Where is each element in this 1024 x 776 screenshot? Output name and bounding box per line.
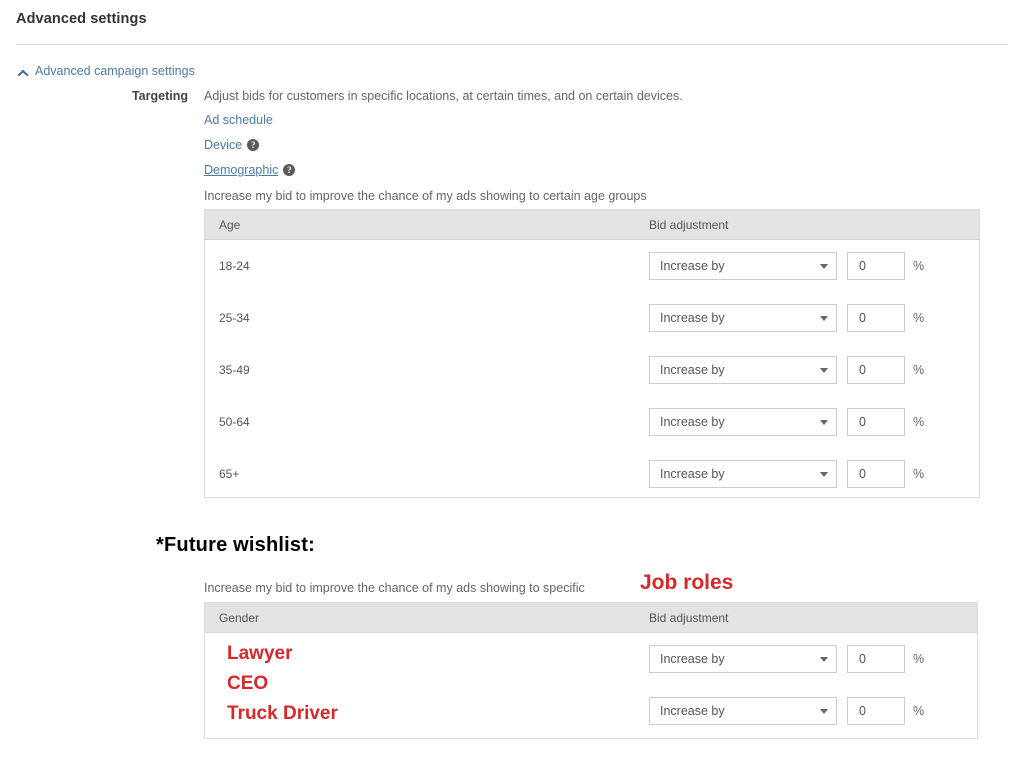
advanced-campaign-settings-toggle[interactable]: Advanced campaign settings: [16, 64, 195, 78]
age-bid-adjustment-cell: Increase by 0 %: [645, 252, 979, 280]
age-group-label: 50-64: [219, 415, 250, 429]
gender-table-header-row: Gender Bid adjustment: [205, 603, 977, 633]
percent-sign: %: [913, 467, 925, 481]
targeting-description: Adjust bids for customers in specific lo…: [204, 89, 683, 103]
role-annotation-lawyer: Lawyer: [227, 643, 293, 664]
chevron-down-icon: [820, 367, 828, 373]
targeting-link-ad-schedule-row: Ad schedule: [204, 113, 273, 127]
bid-adjustment-amount-input[interactable]: 0: [847, 356, 905, 384]
chevron-down-icon: [820, 708, 828, 714]
help-question-icon-device[interactable]: ?: [247, 139, 260, 151]
chevron-down-icon: [820, 315, 828, 321]
bid-adjustment-amount-input[interactable]: 0: [847, 304, 905, 332]
bid-adjustment-amount-input[interactable]: 0: [847, 460, 905, 488]
targeting-link-device-row: Device ?: [204, 138, 260, 152]
age-bid-adjustment-cell: Increase by 0 %: [645, 408, 979, 436]
age-group-label: 35-49: [219, 363, 250, 377]
gender-bid-adjustment-column-header: Bid adjustment: [649, 610, 729, 625]
table-row: 35-49 Increase by 0 %: [205, 344, 979, 396]
age-group-label: 18-24: [219, 259, 250, 273]
percent-sign: %: [913, 259, 925, 273]
chevron-down-icon: [820, 471, 828, 477]
percent-sign: %: [913, 311, 925, 325]
future-wishlist-annotation: *Future wishlist:: [156, 534, 315, 556]
percent-sign: %: [913, 363, 925, 377]
gender-bid-adjustment-cell: Increase by 0 %: [645, 697, 977, 725]
bid-adjustment-type-select[interactable]: Increase by: [649, 697, 837, 725]
age-table-header-row: Age Bid adjustment: [205, 210, 979, 240]
bid-adjustment-type-value: Increase by: [660, 311, 725, 325]
table-row: 25-34 Increase by 0 %: [205, 292, 979, 344]
age-group-label: 25-34: [219, 311, 250, 325]
link-demographic[interactable]: Demographic: [204, 163, 278, 177]
table-row: 65+ Increase by 0 %: [205, 448, 979, 500]
chevron-down-icon: [820, 419, 828, 425]
gender-table-intro: Increase my bid to improve the chance of…: [204, 581, 585, 595]
table-row: 50-64 Increase by 0 %: [205, 396, 979, 448]
targeting-link-demographic-row: Demographic ?: [204, 163, 296, 177]
bid-adjustment-type-value: Increase by: [660, 652, 725, 666]
targeting-label: Targeting: [131, 89, 188, 103]
percent-sign: %: [913, 415, 925, 429]
bid-adjustment-type-select[interactable]: Increase by: [649, 460, 837, 488]
bid-adjustment-type-select[interactable]: Increase by: [649, 645, 837, 673]
chevron-up-icon: [16, 65, 29, 78]
page-title: Advanced settings: [16, 11, 147, 27]
advanced-campaign-settings-label: Advanced campaign settings: [35, 64, 195, 78]
percent-sign: %: [913, 652, 925, 666]
percent-sign: %: [913, 704, 925, 718]
role-annotation-ceo: CEO: [227, 673, 269, 694]
bid-adjustment-amount-input[interactable]: 0: [847, 252, 905, 280]
bid-adjustment-type-select[interactable]: Increase by: [649, 252, 837, 280]
bid-adjustment-type-value: Increase by: [660, 467, 725, 481]
bid-adjustment-type-select[interactable]: Increase by: [649, 408, 837, 436]
bid-adjustment-type-value: Increase by: [660, 259, 725, 273]
table-row: 18-24 Increase by 0 %: [205, 240, 979, 292]
age-column-header: Age: [219, 217, 241, 232]
age-group-label: 65+: [219, 467, 240, 481]
age-bid-adjustment-column-header: Bid adjustment: [649, 217, 729, 232]
help-question-icon-demographic[interactable]: ?: [283, 164, 296, 176]
age-bid-adjustment-cell: Increase by 0 %: [645, 460, 979, 488]
age-bid-adjustment-cell: Increase by 0 %: [645, 304, 979, 332]
gender-bid-adjustment-cell: Increase by 0 %: [645, 645, 977, 673]
bid-adjustment-type-select[interactable]: Increase by: [649, 304, 837, 332]
chevron-down-icon: [820, 263, 828, 269]
gender-column-header: Gender: [219, 610, 260, 625]
age-table-intro: Increase my bid to improve the chance of…: [204, 189, 647, 203]
bid-adjustment-type-value: Increase by: [660, 415, 725, 429]
age-bid-adjustment-table: Age Bid adjustment 18-24 Increase by 0 %…: [204, 209, 980, 498]
bid-adjustment-amount-input[interactable]: 0: [847, 697, 905, 725]
header-divider: [16, 44, 1008, 45]
role-annotation-truck-driver: Truck Driver: [227, 703, 338, 724]
age-bid-adjustment-cell: Increase by 0 %: [645, 356, 979, 384]
bid-adjustment-amount-input[interactable]: 0: [847, 408, 905, 436]
bid-adjustment-type-select[interactable]: Increase by: [649, 356, 837, 384]
bid-adjustment-amount-input[interactable]: 0: [847, 645, 905, 673]
job-roles-annotation: Job roles: [640, 571, 734, 594]
link-ad-schedule[interactable]: Ad schedule: [204, 113, 273, 127]
bid-adjustment-type-value: Increase by: [660, 363, 725, 377]
bid-adjustment-type-value: Increase by: [660, 704, 725, 718]
link-device[interactable]: Device: [204, 138, 242, 152]
chevron-down-icon: [820, 656, 828, 662]
